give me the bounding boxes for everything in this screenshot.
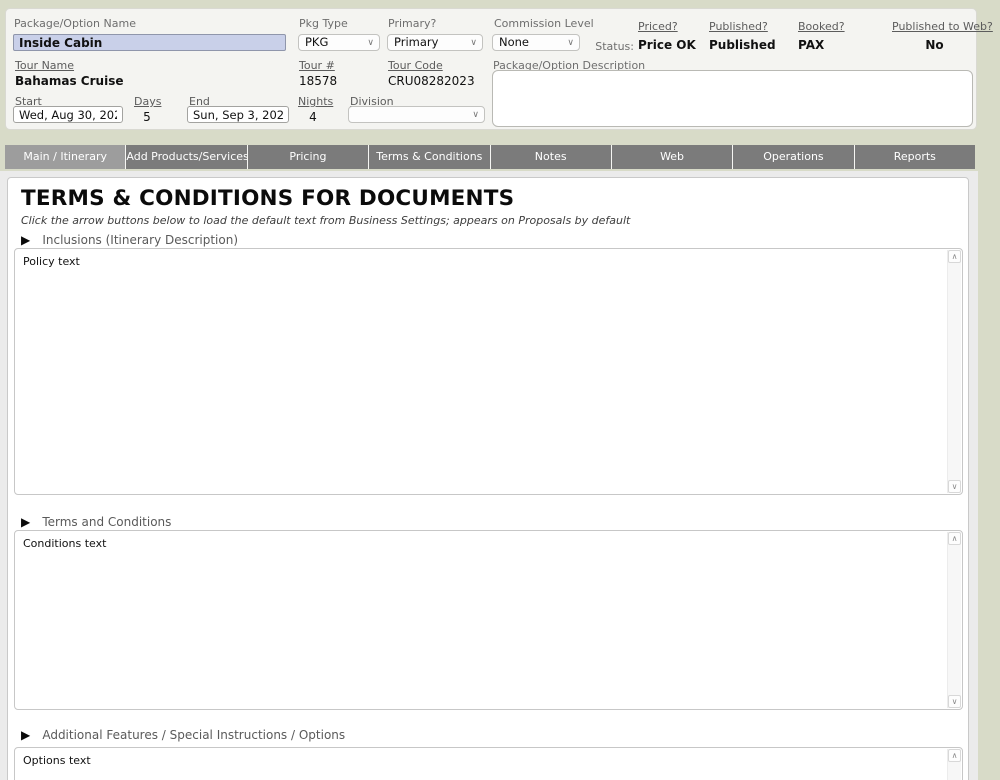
end-date-input[interactable] bbox=[187, 106, 289, 123]
page-title: TERMS & CONDITIONS FOR DOCUMENTS bbox=[21, 186, 515, 211]
status-label: Status: bbox=[595, 40, 634, 53]
pkg-type-label: Pkg Type bbox=[299, 17, 348, 30]
package-header-panel: Package/Option Name Pkg Type PKG ∨ Prima… bbox=[5, 8, 993, 130]
published-status-value: Published bbox=[709, 38, 776, 52]
tab-bar: Main / Itinerary Add Products/Services P… bbox=[5, 145, 975, 169]
commission-level-value: None bbox=[499, 35, 530, 49]
scrollbar[interactable]: ∧ ∨ bbox=[947, 250, 961, 493]
page-subtitle: Click the arrow buttons below to load th… bbox=[21, 214, 631, 227]
division-select[interactable]: ∨ bbox=[348, 106, 485, 123]
tour-number-value: 18578 bbox=[299, 74, 338, 88]
tour-number-label[interactable]: Tour # bbox=[299, 59, 335, 72]
tab-pricing[interactable]: Pricing bbox=[247, 145, 369, 169]
days-label[interactable]: Days bbox=[134, 95, 161, 108]
nights-label[interactable]: Nights bbox=[298, 95, 333, 108]
start-date-input[interactable] bbox=[13, 106, 123, 123]
published-to-web-column-label[interactable]: Published to Web? bbox=[892, 20, 993, 33]
inclusions-section-header: ▶ Inclusions (Itinerary Description) bbox=[21, 229, 238, 247]
tab-main-itinerary[interactable]: Main / Itinerary bbox=[5, 145, 126, 169]
additional-features-section-label: Additional Features / Special Instructio… bbox=[42, 727, 346, 742]
days-value: 5 bbox=[143, 110, 151, 124]
commission-level-label: Commission Level bbox=[494, 17, 594, 30]
inclusions-section-label: Inclusions (Itinerary Description) bbox=[42, 232, 239, 247]
priced-column-label[interactable]: Priced? bbox=[638, 20, 678, 33]
load-terms-default-button[interactable]: ▶ bbox=[21, 515, 30, 529]
tour-code-value: CRU08282023 bbox=[388, 74, 475, 88]
inclusions-textarea[interactable]: Policy text bbox=[15, 249, 947, 494]
scrollbar[interactable]: ∧ ∨ bbox=[947, 749, 961, 780]
chevron-down-icon: ∨ bbox=[367, 38, 374, 48]
terms-textarea[interactable]: Conditions text bbox=[15, 531, 947, 709]
load-options-default-button[interactable]: ▶ bbox=[21, 728, 30, 742]
tab-reports[interactable]: Reports bbox=[854, 145, 975, 169]
scroll-up-button[interactable]: ∧ bbox=[948, 749, 961, 762]
chevron-down-icon: ∨ bbox=[472, 110, 479, 120]
tab-notes[interactable]: Notes bbox=[490, 145, 611, 169]
priced-status-value: Price OK bbox=[638, 38, 696, 52]
additional-features-section-header: ▶ Additional Features / Special Instruct… bbox=[21, 724, 345, 742]
tab-web[interactable]: Web bbox=[611, 145, 733, 169]
page: Package/Option Name Pkg Type PKG ∨ Prima… bbox=[0, 0, 1000, 780]
booked-column-label[interactable]: Booked? bbox=[798, 20, 845, 33]
published-to-web-status-value: No bbox=[925, 38, 944, 52]
additional-features-textarea[interactable]: Options text bbox=[15, 748, 947, 780]
scrollbar[interactable]: ∧ ∨ bbox=[947, 532, 961, 708]
scroll-down-button[interactable]: ∨ bbox=[948, 695, 961, 708]
terms-field: Conditions text ∧ ∨ bbox=[14, 530, 963, 710]
tab-add-products-services[interactable]: Add Products/Services bbox=[126, 145, 247, 169]
terms-section-header: ▶ Terms and Conditions bbox=[21, 511, 171, 529]
primary-value: Primary bbox=[394, 35, 439, 49]
additional-features-field: Options text ∧ ∨ bbox=[14, 747, 963, 780]
tour-code-label[interactable]: Tour Code bbox=[388, 59, 443, 72]
scroll-up-button[interactable]: ∧ bbox=[948, 250, 961, 263]
package-name-label: Package/Option Name bbox=[14, 17, 136, 30]
scroll-down-button[interactable]: ∨ bbox=[948, 480, 961, 493]
primary-select[interactable]: Primary ∨ bbox=[387, 34, 483, 51]
booked-status-value: PAX bbox=[798, 38, 825, 52]
tab-terms-conditions[interactable]: Terms & Conditions bbox=[369, 145, 490, 169]
package-description-textarea[interactable] bbox=[492, 70, 973, 127]
pkg-type-select[interactable]: PKG ∨ bbox=[298, 34, 380, 51]
chevron-down-icon: ∨ bbox=[470, 38, 477, 48]
content-background: TERMS & CONDITIONS FOR DOCUMENTS Click t… bbox=[0, 171, 978, 780]
scroll-up-button[interactable]: ∧ bbox=[948, 532, 961, 545]
terms-conditions-panel: TERMS & CONDITIONS FOR DOCUMENTS Click t… bbox=[7, 177, 969, 780]
pkg-type-value: PKG bbox=[305, 35, 329, 49]
tour-name-label[interactable]: Tour Name bbox=[15, 59, 74, 72]
published-column-label[interactable]: Published? bbox=[709, 20, 768, 33]
load-inclusions-default-button[interactable]: ▶ bbox=[21, 233, 30, 247]
nights-value: 4 bbox=[309, 110, 317, 124]
inclusions-field: Policy text ∧ ∨ bbox=[14, 248, 963, 495]
primary-label: Primary? bbox=[388, 17, 437, 30]
terms-section-label: Terms and Conditions bbox=[42, 514, 172, 529]
tab-operations[interactable]: Operations bbox=[733, 145, 854, 169]
tour-name-value: Bahamas Cruise bbox=[15, 74, 124, 88]
package-name-input[interactable] bbox=[13, 34, 286, 51]
